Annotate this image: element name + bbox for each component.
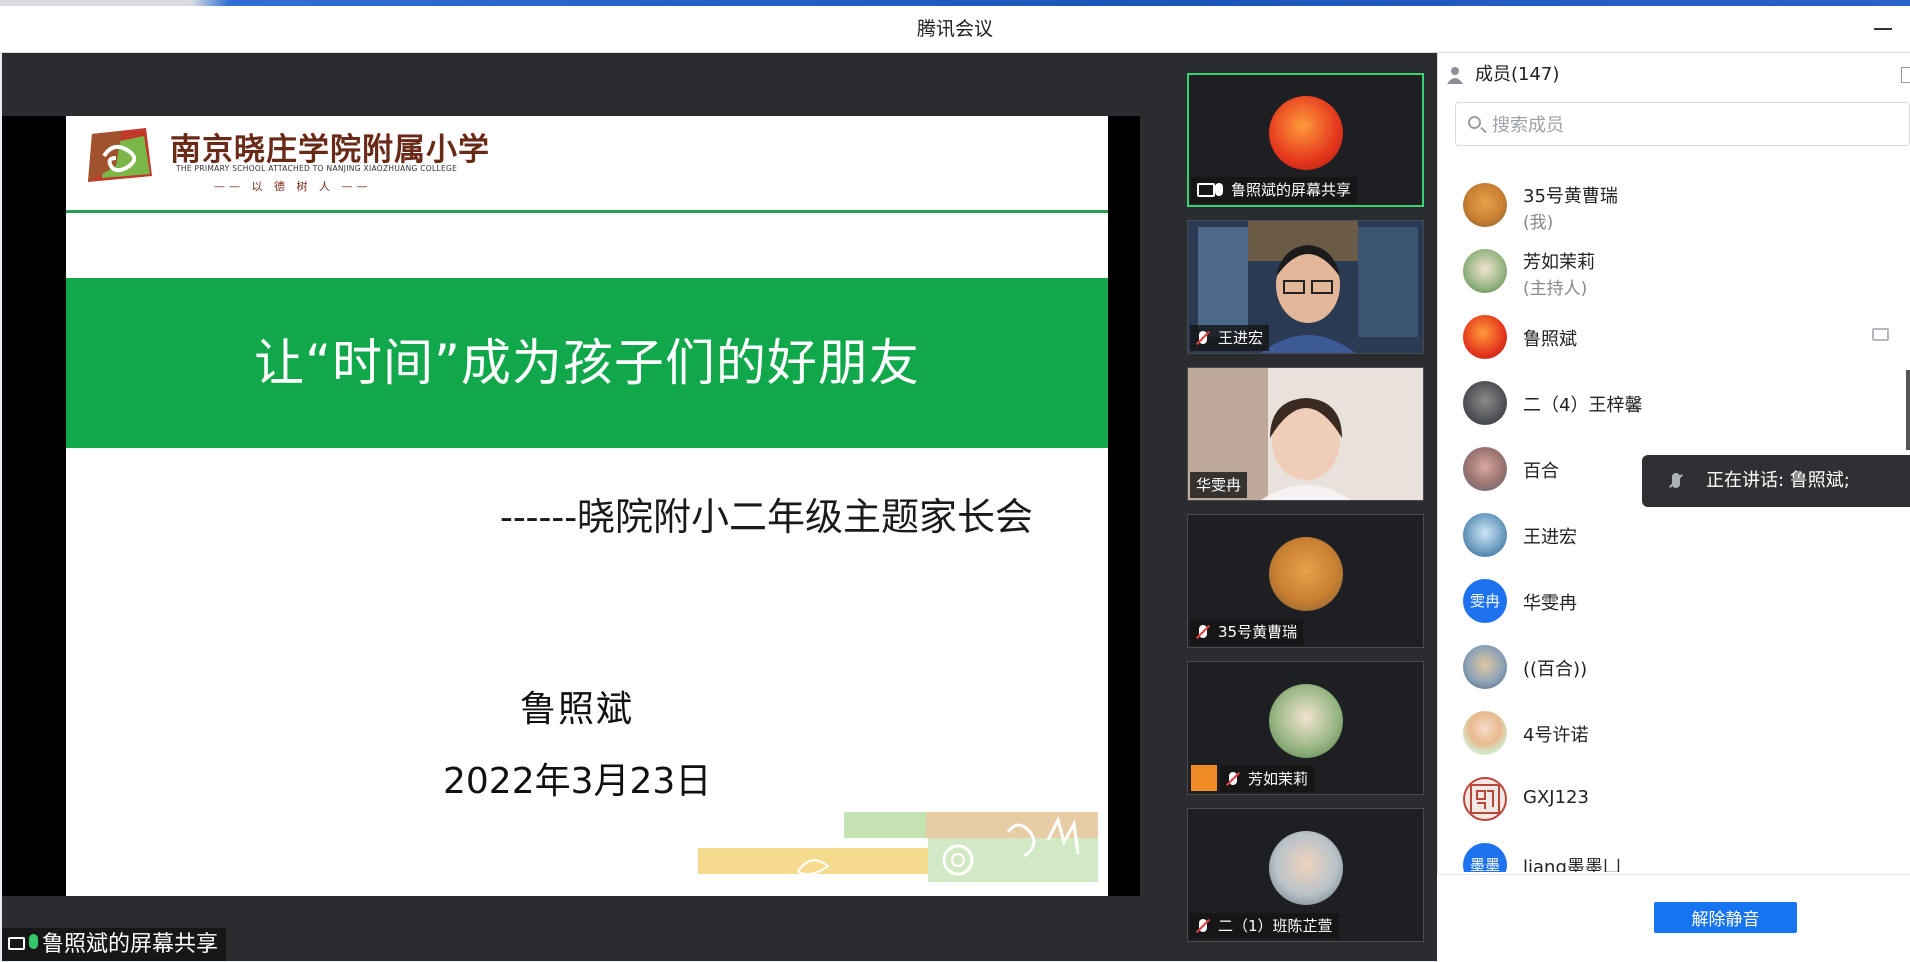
member-row[interactable]: 芳如茉莉 (主持人)	[1463, 244, 1903, 304]
avatar	[1268, 684, 1343, 758]
video-tile-label: 二（1）班陈芷萱	[1190, 913, 1339, 939]
slide-divider	[66, 210, 1108, 213]
person-icon	[1447, 67, 1463, 84]
video-tile[interactable]: 华雯冉	[1187, 367, 1424, 501]
mic-icon	[29, 934, 38, 949]
member-name: 鲁照斌	[1523, 329, 1577, 350]
member-name: GXJ123	[1523, 787, 1589, 808]
video-tile-label: 35号黄曹瑞	[1190, 619, 1304, 645]
member-name: 35号黄曹瑞	[1523, 186, 1618, 207]
member-name: ((百合))	[1523, 659, 1588, 680]
slide-date: 2022年3月23日	[443, 761, 712, 802]
seal-icon	[1470, 784, 1500, 814]
video-tile[interactable]: 芳如茉莉	[1187, 661, 1424, 795]
avatar	[1463, 183, 1507, 227]
member-name: 华雯冉	[1523, 593, 1577, 614]
member-role: (我)	[1523, 213, 1554, 233]
member-name: liang墨墨凵	[1523, 857, 1621, 872]
video-tile-name: 二（1）班陈芷萱	[1218, 917, 1333, 935]
avatar	[1463, 645, 1507, 689]
slide-decoration	[698, 812, 1098, 882]
window-title: 腾讯会议	[916, 18, 993, 40]
member-row[interactable]: 雯冉 华雯冉	[1463, 574, 1903, 634]
user-icon	[1191, 765, 1217, 791]
slide-presenter: 鲁照斌	[520, 689, 635, 730]
avatar	[1463, 777, 1507, 821]
mic-muted-icon	[1199, 919, 1207, 932]
mic-muted-icon	[1229, 772, 1237, 785]
member-row[interactable]: ((百合))	[1463, 640, 1903, 700]
screen-share-icon	[1197, 183, 1215, 197]
video-tile-name: 王进宏	[1218, 329, 1264, 347]
avatar	[1463, 513, 1507, 557]
member-row[interactable]: 王进宏	[1463, 508, 1903, 568]
member-count: 成员(147)	[1475, 64, 1560, 85]
avatar	[1463, 711, 1507, 755]
screen-share-icon	[1872, 328, 1889, 341]
avatar: 墨墨	[1463, 843, 1507, 872]
video-tile-label: 鲁照斌的屏幕共享	[1191, 177, 1358, 203]
video-tile-name: 芳如茉莉	[1248, 770, 1309, 788]
school-logo-icon	[88, 128, 152, 182]
member-role: (主持人)	[1523, 279, 1588, 299]
video-tile-label: 芳如茉莉	[1220, 766, 1315, 792]
screen-share-icon	[8, 937, 25, 950]
member-row[interactable]: 35号黄曹瑞 (我)	[1463, 178, 1903, 238]
school-name-cn: 南京晓庄学院附属小学	[170, 132, 490, 168]
school-motto: —— 以 德 树 人 ——	[214, 180, 372, 193]
video-tile-name: 华雯冉	[1196, 476, 1242, 494]
avatar	[1463, 381, 1507, 425]
video-tile[interactable]: 二（1）班陈芷萱	[1187, 808, 1424, 942]
avatar	[1268, 96, 1343, 170]
video-tile-label: 华雯冉	[1190, 472, 1248, 498]
member-row[interactable]: 4号许诺	[1463, 706, 1903, 766]
avatar	[1268, 831, 1343, 905]
member-name: 二（4）王梓馨	[1523, 395, 1643, 416]
title-bar: 腾讯会议	[0, 6, 1910, 53]
search-icon	[1468, 116, 1481, 129]
member-name: 芳如茉莉	[1523, 252, 1595, 273]
video-tile[interactable]: 鲁照斌的屏幕共享	[1187, 73, 1424, 207]
search-input[interactable]	[1490, 103, 1894, 147]
share-label: 鲁照斌的屏幕共享	[2, 928, 227, 961]
slide-title: 让“时间”成为孩子们的好朋友	[254, 334, 920, 392]
video-tile[interactable]: 王进宏	[1187, 220, 1424, 354]
mic-muted-icon	[1199, 331, 1207, 344]
member-name: 4号许诺	[1523, 725, 1589, 746]
video-tile-label: 王进宏	[1190, 325, 1270, 351]
member-name: 百合	[1523, 461, 1559, 482]
avatar	[1268, 537, 1343, 611]
member-row[interactable]: 鲁照斌	[1463, 310, 1903, 370]
member-row[interactable]: GXJ123	[1463, 772, 1903, 832]
minimize-icon[interactable]	[1874, 28, 1892, 30]
mic-muted-icon	[1199, 625, 1207, 638]
avatar	[1463, 249, 1507, 293]
mic-icon	[1215, 183, 1223, 196]
member-row[interactable]: 墨墨 liang墨墨凵	[1463, 838, 1903, 872]
video-tile-name: 鲁照斌的屏幕共享	[1231, 181, 1352, 199]
avatar	[1463, 315, 1507, 359]
avatar	[1463, 447, 1507, 491]
school-name-en: THE PRIMARY SCHOOL ATTACHED TO NANJING X…	[176, 164, 458, 173]
panel-popout-icon[interactable]	[1901, 67, 1910, 83]
speaking-indicator: 正在讲话: 鲁照斌;	[1642, 455, 1910, 507]
share-label-text: 鲁照斌的屏幕共享	[42, 932, 219, 957]
panel-scrollbar[interactable]	[1906, 370, 1910, 450]
speaking-text: 正在讲话: 鲁照斌;	[1706, 470, 1850, 491]
member-row[interactable]: 二（4）王梓馨	[1463, 376, 1903, 436]
unmute-all-button[interactable]: 解除静音	[1654, 902, 1797, 933]
member-search[interactable]	[1455, 102, 1910, 147]
video-tile-name: 35号黄曹瑞	[1218, 623, 1298, 641]
video-tile[interactable]: 35号黄曹瑞	[1187, 514, 1424, 648]
slide-subtitle: ------晓院附小二年级主题家长会	[500, 495, 1034, 539]
mic-muted-icon	[1672, 473, 1680, 488]
member-name: 王进宏	[1523, 527, 1577, 548]
member-panel-header: 成员(147)	[1445, 60, 1559, 90]
avatar: 雯冉	[1463, 579, 1507, 623]
